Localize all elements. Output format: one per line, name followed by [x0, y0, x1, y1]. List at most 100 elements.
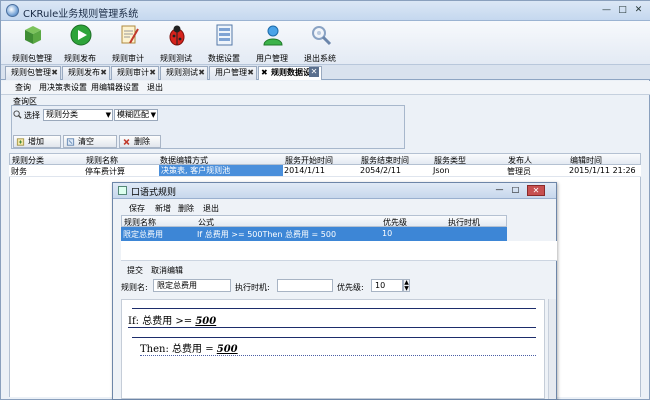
tab-publish[interactable]: 规则发布 ✖ — [62, 66, 110, 80]
window-title: CKRule业务规则管理系统 — [23, 9, 139, 20]
toolbar-label: 数据设置 — [208, 54, 240, 63]
dialog-icon — [118, 186, 127, 195]
maximize-button[interactable]: □ — [615, 4, 630, 17]
close-icon[interactable]: ✖ — [247, 67, 254, 79]
new-button[interactable]: 新增 — [155, 203, 171, 214]
toolbar-data-settings-button[interactable]: 数据设置 — [199, 23, 249, 65]
category-select[interactable]: 规则分类 ▼ — [43, 109, 113, 121]
submit-button[interactable]: 提交 — [127, 265, 143, 276]
save-button[interactable]: 保存 — [129, 203, 145, 214]
add-button[interactable]: 增加 — [13, 135, 61, 148]
dialog-exit-button[interactable]: 退出 — [203, 203, 219, 214]
tab-user[interactable]: 用户管理 ✖ — [209, 66, 257, 80]
package-icon — [25, 26, 41, 44]
tab-label: 规则发布 — [68, 68, 100, 77]
then-clause[interactable]: Then: 总费用 = 500 — [140, 340, 238, 355]
dotted-divider — [140, 355, 536, 356]
cell-start-time: 2014/1/11 — [284, 166, 326, 175]
tab-package[interactable]: 规则包管理 ✖ — [5, 66, 61, 80]
then-value[interactable]: 500 — [217, 344, 238, 355]
toolbar-label: 用户管理 — [256, 54, 288, 63]
divider — [132, 308, 536, 309]
toolbar-audit-button[interactable]: 规则审计 — [103, 23, 153, 65]
add-button-label: 增加 — [28, 137, 44, 146]
audit-icon — [121, 25, 139, 44]
dialog-grid-header: 规则名称 公式 优先级 执行时机 — [121, 215, 507, 227]
if-value[interactable]: 500 — [195, 316, 216, 327]
rules-grid-header: 规则分类 规则名称 数据编辑方式 服务开始时间 服务结束时间 服务类型 发布人 … — [9, 153, 641, 165]
chevron-down-icon: ▼ — [150, 111, 156, 119]
menu-decision-table-settings[interactable]: 用决策表设置 — [39, 82, 87, 93]
close-icon[interactable]: ✖ — [100, 67, 107, 79]
dialog-title: 口语式规则 — [131, 188, 177, 198]
cancel-edit-button[interactable]: 取消编辑 — [151, 265, 183, 276]
category-select-value: 规则分类 — [46, 110, 78, 119]
cell-publisher: 管理员 — [507, 167, 531, 176]
minimize-button[interactable]: — — [599, 4, 614, 17]
cell-formula: If 总费用 >= 500Then 总费用 = 500 — [197, 230, 337, 239]
close-icon[interactable]: ✖ — [261, 67, 268, 79]
toolbar-publish-button[interactable]: 规则发布 — [55, 23, 105, 65]
toolbar-label: 规则测试 — [160, 54, 192, 63]
toolbar-package-button[interactable]: 规则包管理 — [7, 23, 57, 65]
menu-editor-settings[interactable]: 用编辑器设置 — [91, 82, 139, 93]
toolbar-exit-button[interactable]: 退出系统 — [295, 23, 345, 65]
divider — [132, 337, 536, 338]
table-row[interactable]: 限定总费用 If 总费用 >= 500Then 总费用 = 500 10 — [121, 227, 507, 241]
cell-edit-mode[interactable]: 决策表, 客户规则池 — [159, 165, 283, 176]
cell-end-time: 2054/2/11 — [360, 166, 402, 175]
match-mode-value: 模糊匹配 — [117, 110, 149, 119]
dialog-minimize-button[interactable]: — — [493, 185, 506, 196]
close-icon[interactable]: ✖ — [51, 67, 58, 79]
tab-label: 规则测试 — [166, 68, 198, 77]
match-mode-select[interactable]: 模糊匹配 ▼ — [114, 109, 158, 121]
app-logo-icon — [6, 4, 19, 17]
data-settings-icon — [216, 24, 233, 46]
cell-edit-time: 2015/1/11 21:26 — [569, 166, 636, 175]
user-icon — [263, 25, 283, 46]
rule-editor[interactable]: If: 总费用 >= 500 Then: 总费用 = 500 — [121, 299, 545, 399]
table-row[interactable]: 财务 停车费计算 决策表, 客户规则池 2014/1/11 2054/2/11 … — [9, 165, 641, 177]
priority-stepper[interactable]: 10 — [371, 279, 403, 292]
cell-rule-name: 停车费计算 — [85, 167, 125, 176]
clear-button[interactable]: 清空 — [63, 135, 117, 148]
close-button[interactable]: ✕ — [631, 4, 646, 17]
toolbar-label: 规则发布 — [64, 54, 96, 63]
tab-label: 规则包管理 — [11, 68, 51, 77]
timing-label: 执行时机: — [235, 283, 270, 292]
bug-icon — [169, 25, 185, 46]
clear-icon — [66, 138, 75, 146]
if-clause[interactable]: If: 总费用 >= 500 — [128, 312, 216, 327]
stepper-arrows-icon[interactable]: ▲ ▼ — [403, 279, 410, 292]
toolbar-user-button[interactable]: 用户管理 — [247, 23, 297, 65]
cell-service-type: Json — [433, 166, 450, 175]
editor-scrollbar[interactable] — [548, 299, 556, 399]
play-icon — [70, 24, 92, 46]
menu-query[interactable]: 查询 — [15, 82, 31, 93]
delete-icon — [123, 139, 130, 145]
rule-name-input[interactable]: 限定总费用 — [153, 279, 231, 292]
dialog-close-button[interactable]: ✕ — [527, 185, 545, 196]
timing-input[interactable] — [277, 279, 333, 292]
dialog-maximize-button[interactable]: □ — [509, 185, 522, 196]
close-icon[interactable]: ✖ — [149, 67, 156, 79]
priority-label: 优先级: — [337, 283, 364, 292]
if-clause-text: If: 总费用 >= — [128, 316, 196, 327]
tab-audit[interactable]: 规则审计 ✖ — [111, 66, 159, 80]
menu-exit[interactable]: 退出 — [147, 82, 163, 93]
close-all-icon[interactable]: ✕ — [309, 67, 319, 77]
tab-test[interactable]: 规则测试 ✖ — [160, 66, 208, 80]
chevron-down-icon: ▼ — [105, 111, 111, 119]
search-icon — [13, 110, 22, 119]
select-label: 选择 — [24, 111, 40, 120]
delete-button[interactable]: 删除 — [119, 135, 161, 148]
delete-rule-button[interactable]: 删除 — [178, 203, 194, 214]
delete-button-label: 删除 — [134, 137, 150, 146]
close-icon[interactable]: ✖ — [198, 67, 205, 79]
tab-strip: 规则包管理 ✖ 规则发布 ✖ 规则审计 ✖ 规则测试 ✖ 用户管理 ✖ ✖ 规则… — [1, 65, 650, 80]
cell-rule-name: 限定总费用 — [123, 230, 163, 239]
main-toolbar: 规则包管理 规则发布 规则审计 规则测试 数据设置 用户管理 退出系统 — [1, 21, 650, 65]
title-bar: CKRule业务规则管理系统 — □ ✕ — [1, 1, 650, 21]
toolbar-label: 规则包管理 — [12, 54, 52, 63]
toolbar-test-button[interactable]: 规则测试 — [151, 23, 201, 65]
